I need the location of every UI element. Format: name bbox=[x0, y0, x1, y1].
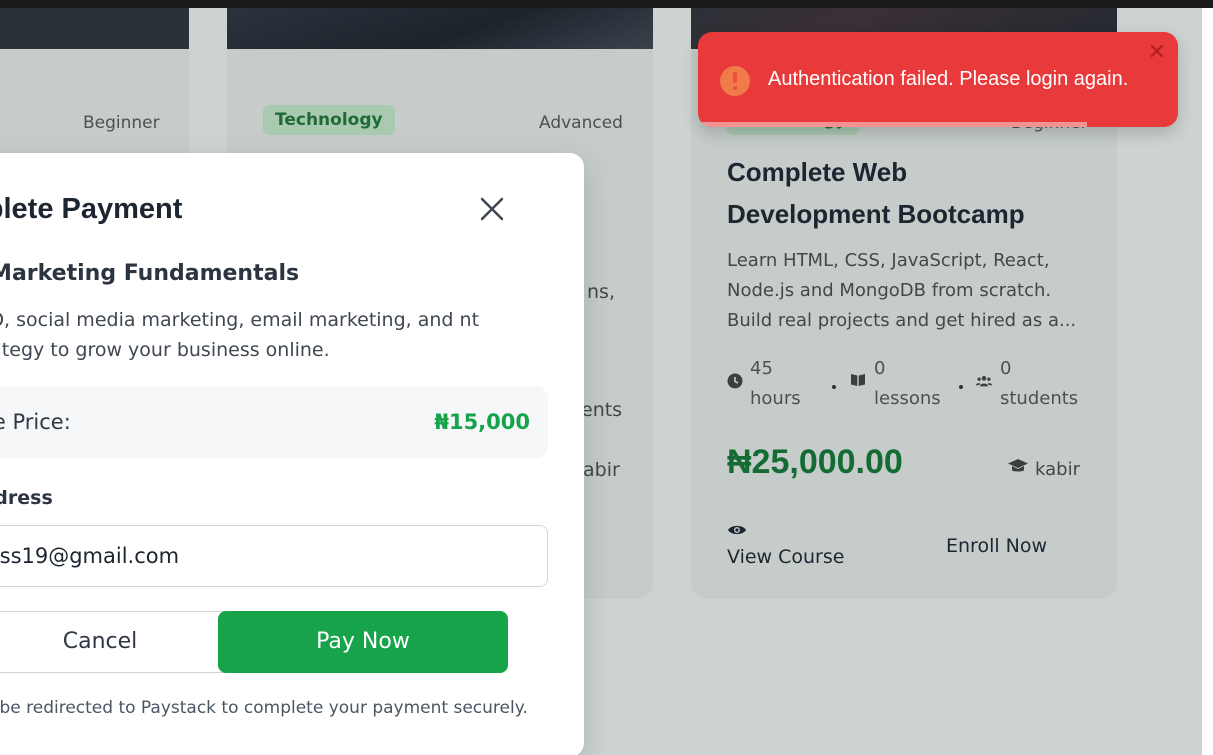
lessons-stat: 0 lessons bbox=[874, 354, 941, 414]
clock-icon bbox=[727, 373, 743, 389]
scrollbar[interactable] bbox=[1202, 8, 1213, 755]
lessons-label: lessons bbox=[874, 388, 941, 409]
toast-progress-bar bbox=[698, 122, 1087, 127]
price-value: ₦15,000 bbox=[434, 410, 530, 434]
category-badge: Technology bbox=[263, 105, 395, 135]
graduation-cap-icon bbox=[1008, 459, 1028, 472]
book-icon bbox=[851, 374, 865, 386]
error-toast: Authentication failed. Please login agai… bbox=[698, 32, 1178, 127]
alert-icon bbox=[720, 66, 750, 96]
close-icon[interactable] bbox=[478, 195, 506, 223]
email-field[interactable]: ybass19@gmail.com bbox=[0, 525, 548, 587]
email-label: Address bbox=[0, 487, 53, 509]
lessons-value: 0 bbox=[874, 358, 886, 379]
students-value: 0 bbox=[1000, 358, 1012, 379]
browser-top-edge bbox=[0, 0, 1213, 8]
payment-modal: mplete Payment al Marketing Fundamentals… bbox=[0, 153, 584, 755]
hours-label: hours bbox=[750, 388, 801, 409]
separator-dot bbox=[832, 385, 836, 389]
course-thumbnail bbox=[227, 8, 653, 49]
users-icon bbox=[976, 376, 992, 387]
pay-now-button[interactable]: Pay Now bbox=[218, 611, 508, 673]
course-description-fragment: ns, bbox=[587, 281, 615, 303]
students-label-fragment: ents bbox=[581, 399, 623, 421]
course-level: Beginner bbox=[83, 113, 160, 133]
course-price: ₦25,000.00 bbox=[727, 443, 903, 481]
redirect-note: will be redirected to Paystack to comple… bbox=[0, 698, 528, 718]
enroll-now-button[interactable]: Enroll Now bbox=[946, 535, 1047, 557]
email-value: ybass19@gmail.com bbox=[0, 544, 180, 568]
course-level: Advanced bbox=[539, 113, 623, 133]
view-course-link[interactable]: View Course bbox=[727, 546, 844, 568]
students-stat: 0 students bbox=[1000, 354, 1078, 414]
course-title[interactable]: Complete Web Development Bootcamp bbox=[727, 151, 1057, 235]
cancel-button[interactable]: Cancel bbox=[0, 611, 240, 673]
separator-dot bbox=[959, 385, 963, 389]
course-thumbnail bbox=[0, 8, 189, 49]
course-description: SEO, social media marketing, email marke… bbox=[0, 309, 480, 361]
price-summary: urse Price: ₦15,000 bbox=[0, 386, 548, 458]
price-label: urse Price: bbox=[0, 410, 71, 434]
modal-title: mplete Payment bbox=[0, 193, 183, 225]
toast-message: Authentication failed. Please login agai… bbox=[768, 68, 1129, 90]
toast-close-icon[interactable]: ✕ bbox=[1148, 42, 1166, 64]
course-list-page: Beginner Technology Advanced ns, ents ab… bbox=[0, 8, 1202, 755]
students-label: students bbox=[1000, 388, 1079, 409]
eye-icon bbox=[728, 525, 746, 535]
hours-value: 45 bbox=[750, 358, 773, 379]
hours-stat: 45 hours bbox=[750, 354, 801, 414]
instructor-name-fragment: abir bbox=[583, 459, 620, 481]
course-name: al Marketing Fundamentals bbox=[0, 261, 300, 286]
course-description: Learn HTML, CSS, JavaScript, React, Node… bbox=[727, 250, 1077, 331]
instructor-name: kabir bbox=[1035, 459, 1080, 480]
